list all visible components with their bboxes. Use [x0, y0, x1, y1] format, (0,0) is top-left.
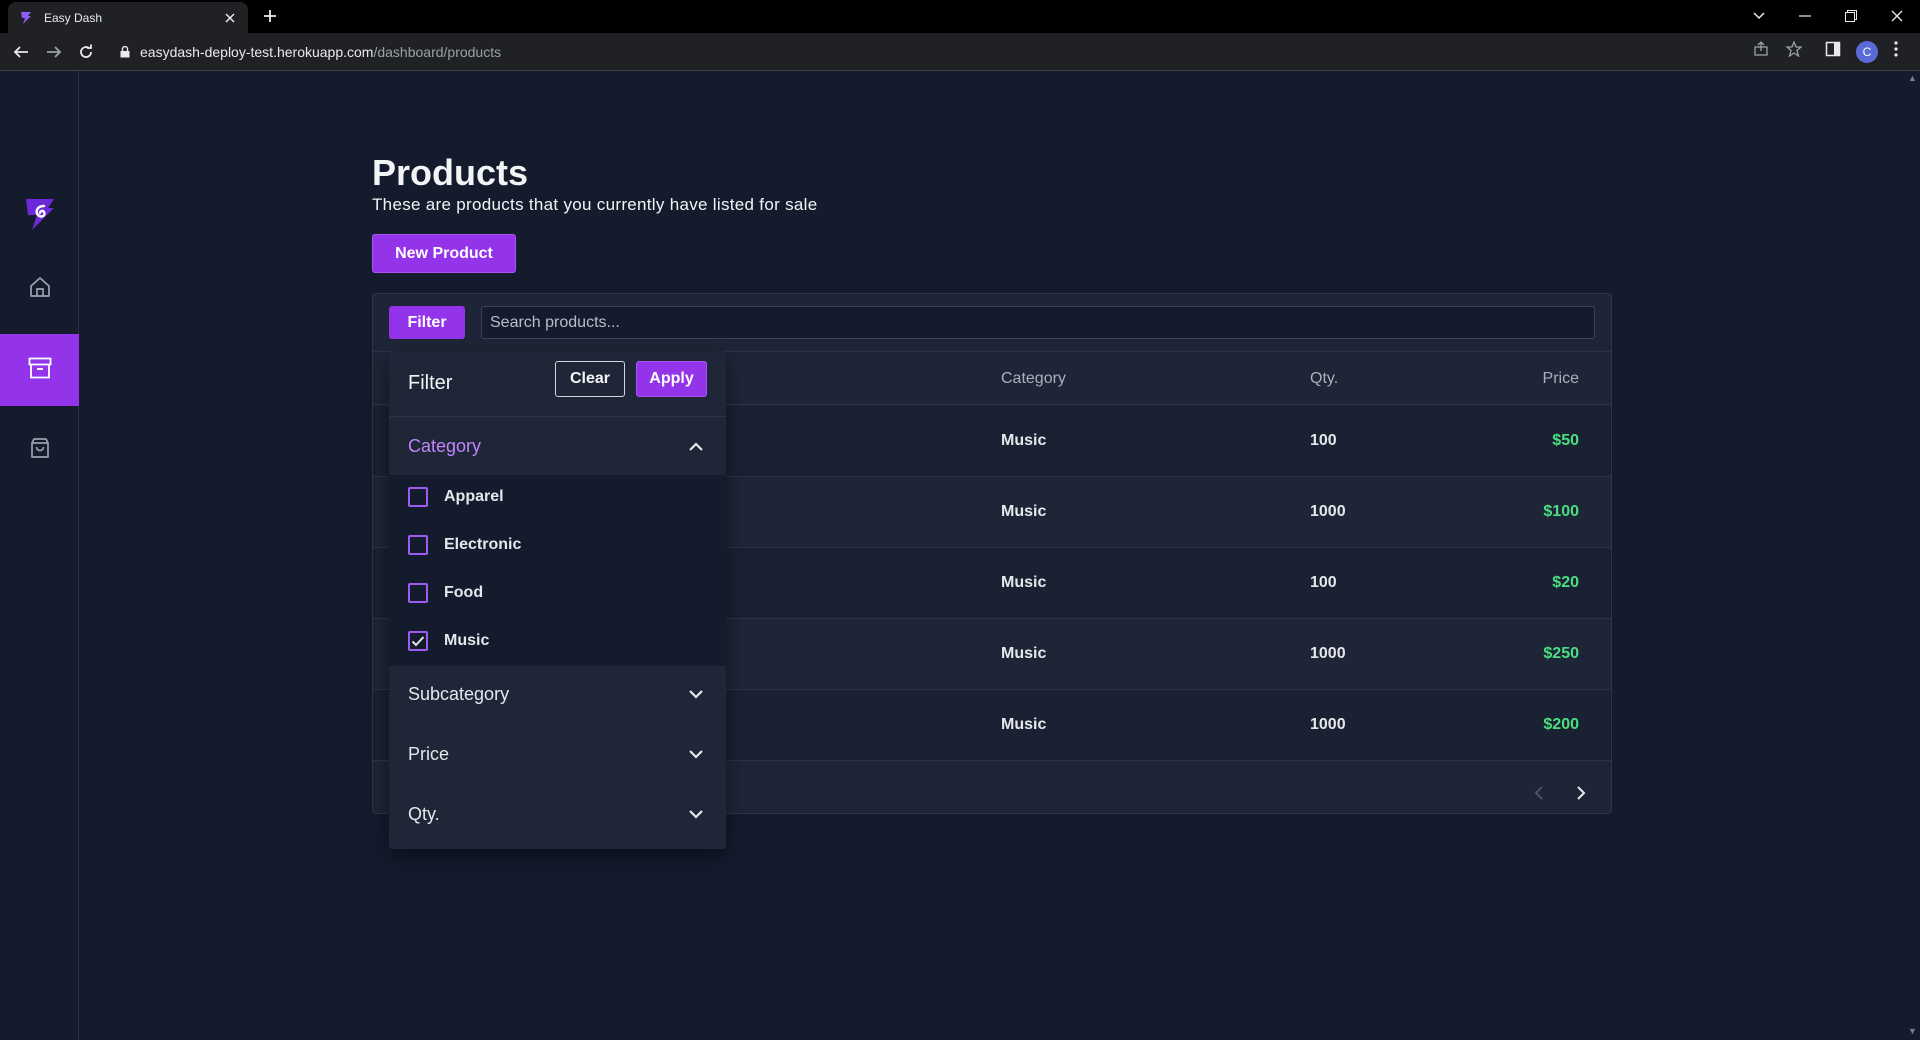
- cell-price: $250: [1543, 645, 1579, 662]
- tab-search-chevron-icon[interactable]: [1744, 4, 1774, 28]
- filter-button[interactable]: Filter: [389, 306, 465, 339]
- lock-icon[interactable]: [120, 46, 130, 58]
- page-scrollbar[interactable]: ▲ ▼: [1905, 71, 1920, 1040]
- column-header-qty[interactable]: Qty.: [1310, 370, 1338, 388]
- tab-title: Easy Dash: [44, 10, 103, 25]
- cell-category: Music: [1001, 574, 1047, 591]
- category-option-food[interactable]: Food: [408, 581, 483, 605]
- url-path: /dashboard/products: [373, 44, 502, 60]
- shopping-bag-icon: [29, 437, 51, 464]
- easydash-favicon-icon: [18, 10, 34, 26]
- cell-category: Music: [1001, 645, 1047, 662]
- tab-close-icon[interactable]: [222, 10, 238, 26]
- archive-box-icon: [28, 357, 52, 384]
- browser-tab[interactable]: Easy Dash: [8, 2, 248, 33]
- sidebar-item-home[interactable]: [0, 253, 79, 325]
- cell-qty: 1000: [1310, 503, 1346, 520]
- next-page-chevron-icon[interactable]: [1571, 783, 1591, 803]
- chevron-down-icon: [686, 804, 706, 824]
- accordion-subcategory[interactable]: Subcategory: [389, 666, 726, 722]
- column-header-price[interactable]: Price: [1543, 370, 1579, 388]
- reload-icon[interactable]: [75, 41, 97, 63]
- scroll-up-icon[interactable]: ▲: [1908, 73, 1917, 83]
- sidebar: [0, 71, 79, 1040]
- profile-avatar[interactable]: C: [1856, 41, 1878, 63]
- option-label: Food: [444, 584, 484, 601]
- cell-price: $50: [1552, 432, 1579, 449]
- chevron-up-icon: [686, 436, 706, 456]
- accordion-subcategory-label: Subcategory: [408, 684, 510, 704]
- bookmark-star-icon[interactable]: [1786, 41, 1802, 57]
- checkbox-apparel[interactable]: [408, 487, 428, 507]
- filter-panel-title: Filter: [408, 372, 453, 394]
- scroll-down-icon[interactable]: ▼: [1908, 1026, 1917, 1036]
- chevron-down-icon: [686, 684, 706, 704]
- search-input[interactable]: [481, 306, 1595, 339]
- easydash-logo-icon[interactable]: [24, 196, 56, 232]
- option-label: Apparel: [444, 488, 504, 505]
- browser-toolbar: easydash-deploy-test.herokuapp.com/dashb…: [0, 33, 1920, 71]
- checkbox-electronic[interactable]: [408, 535, 428, 555]
- cell-price: $200: [1543, 716, 1579, 733]
- share-icon[interactable]: [1753, 41, 1769, 57]
- forward-arrow-icon[interactable]: [43, 41, 65, 63]
- accordion-qty[interactable]: Qty.: [389, 786, 726, 842]
- apply-button[interactable]: Apply: [636, 361, 707, 397]
- new-product-button[interactable]: New Product: [372, 234, 516, 273]
- close-window-icon[interactable]: [1882, 4, 1912, 28]
- accordion-qty-label: Qty.: [408, 804, 440, 824]
- cell-price: $20: [1552, 574, 1579, 591]
- app-root: ▲ ▼ Products These are products that you…: [0, 71, 1920, 1040]
- cell-qty: 100: [1310, 432, 1337, 449]
- checkbox-music[interactable]: [408, 631, 428, 651]
- browser-menu-icon[interactable]: [1894, 41, 1898, 57]
- minimize-icon[interactable]: [1790, 4, 1820, 28]
- category-option-electronic[interactable]: Electronic: [408, 533, 521, 557]
- restore-icon[interactable]: [1836, 4, 1866, 28]
- accordion-category-label: Category: [408, 436, 482, 456]
- sidebar-item-products[interactable]: [0, 334, 79, 406]
- cell-category: Music: [1001, 716, 1047, 733]
- filter-panel: Filter Clear Apply Category Apparel Elec…: [389, 351, 726, 849]
- sidebar-item-orders[interactable]: [0, 414, 79, 486]
- address-bar[interactable]: easydash-deploy-test.herokuapp.com/dashb…: [108, 38, 1916, 66]
- browser-tab-strip: Easy Dash: [0, 0, 1920, 33]
- category-options: Apparel Electronic Food Music: [389, 475, 726, 666]
- table-toolbar: Filter: [373, 294, 1611, 352]
- category-option-apparel[interactable]: Apparel: [408, 485, 504, 509]
- url-host: easydash-deploy-test.herokuapp.com: [140, 44, 374, 60]
- cell-price: $100: [1543, 503, 1579, 520]
- checkbox-food[interactable]: [408, 583, 428, 603]
- accordion-category[interactable]: Category: [389, 418, 726, 474]
- side-panel-icon[interactable]: [1825, 41, 1841, 57]
- cell-category: Music: [1001, 503, 1047, 520]
- option-label: Electronic: [444, 536, 522, 553]
- cell-qty: 1000: [1310, 716, 1346, 733]
- checkmark-icon: [411, 636, 425, 647]
- accordion-price[interactable]: Price: [389, 726, 726, 782]
- new-tab-icon[interactable]: [260, 6, 280, 26]
- column-header-category[interactable]: Category: [1001, 370, 1066, 388]
- option-label: Music: [444, 632, 490, 649]
- clear-button[interactable]: Clear: [555, 361, 625, 397]
- products-header: Products These are products that you cur…: [372, 151, 1612, 215]
- cell-qty: 100: [1310, 574, 1337, 591]
- prev-page-chevron-icon[interactable]: [1529, 783, 1549, 803]
- page-subtitle: These are products that you currently ha…: [372, 195, 818, 214]
- back-arrow-icon[interactable]: [10, 41, 32, 63]
- accordion-price-label: Price: [408, 744, 450, 764]
- filter-panel-header: Filter Clear Apply: [389, 351, 726, 417]
- category-option-music[interactable]: Music: [408, 629, 489, 653]
- home-icon: [29, 276, 51, 303]
- chevron-down-icon: [686, 744, 706, 764]
- cell-category: Music: [1001, 432, 1047, 449]
- cell-qty: 1000: [1310, 645, 1346, 662]
- page-title: Products: [372, 152, 529, 193]
